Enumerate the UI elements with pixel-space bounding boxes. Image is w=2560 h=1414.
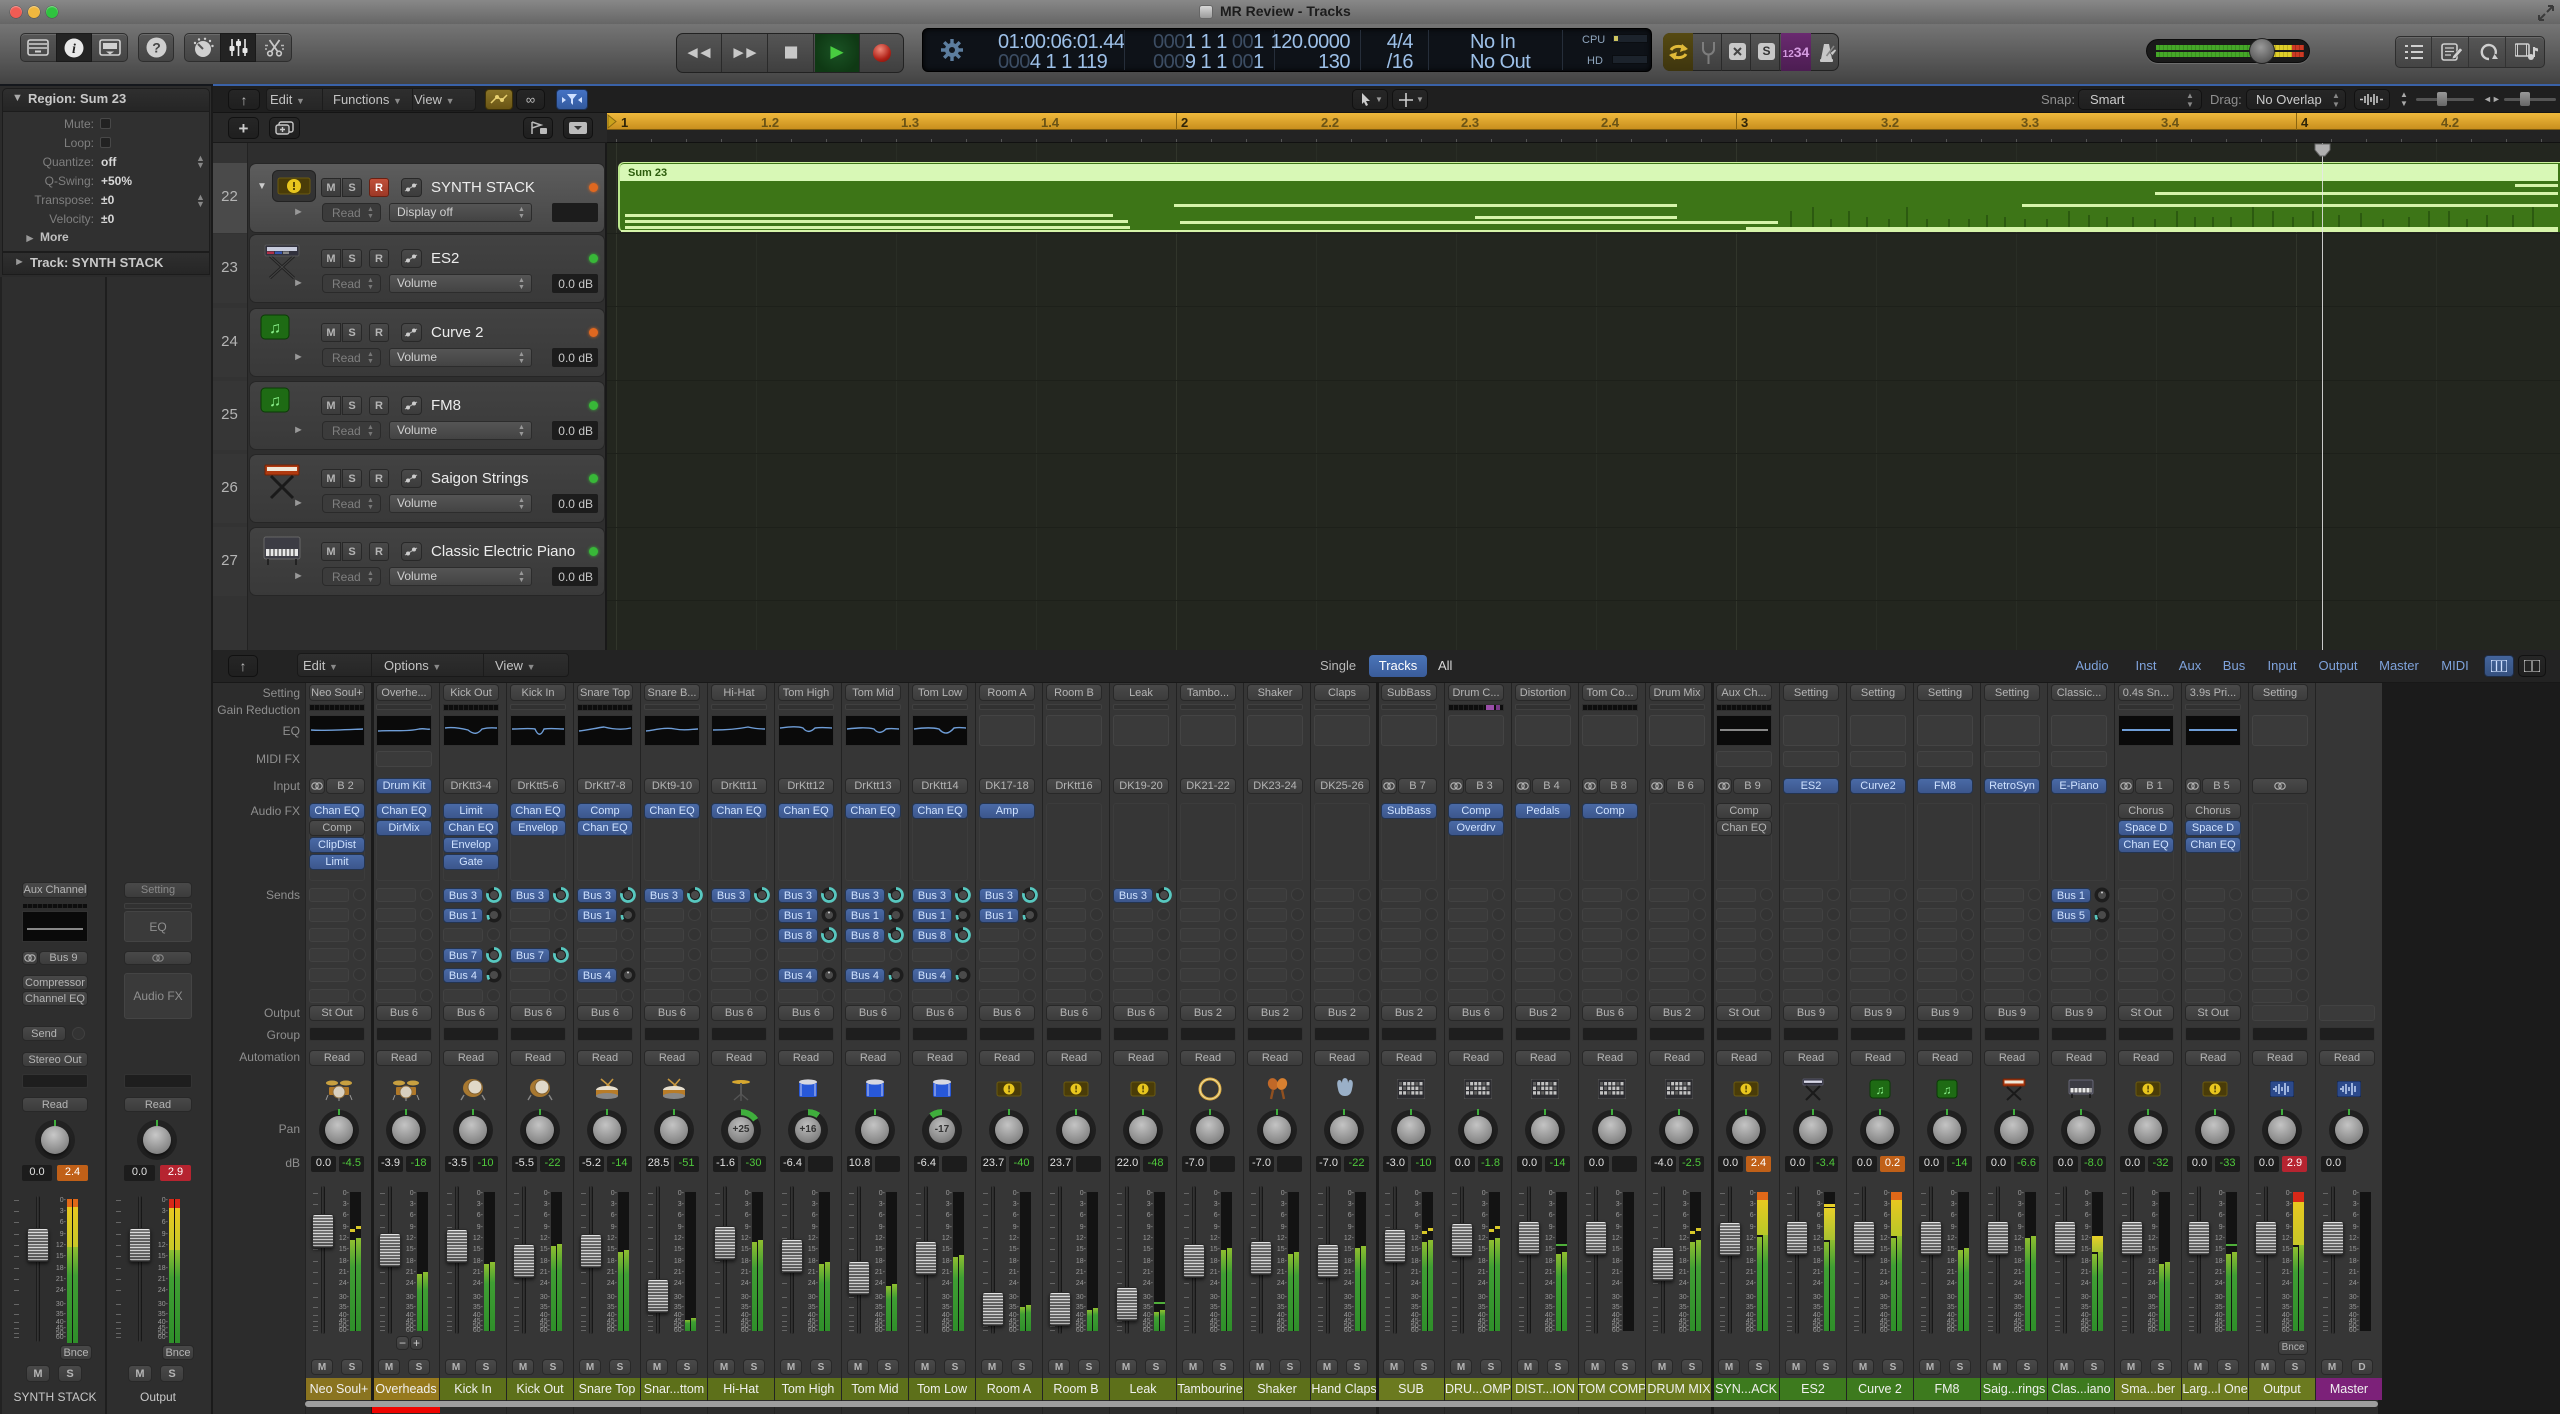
svg-text:♫: ♫ [1943,1083,1952,1097]
svg-text:?: ? [152,40,161,56]
svg-text:i: i [72,42,76,57]
svg-text:♫: ♫ [269,320,281,337]
svg-text:♫: ♫ [1876,1083,1885,1097]
svg-text:♫: ♫ [269,393,281,410]
